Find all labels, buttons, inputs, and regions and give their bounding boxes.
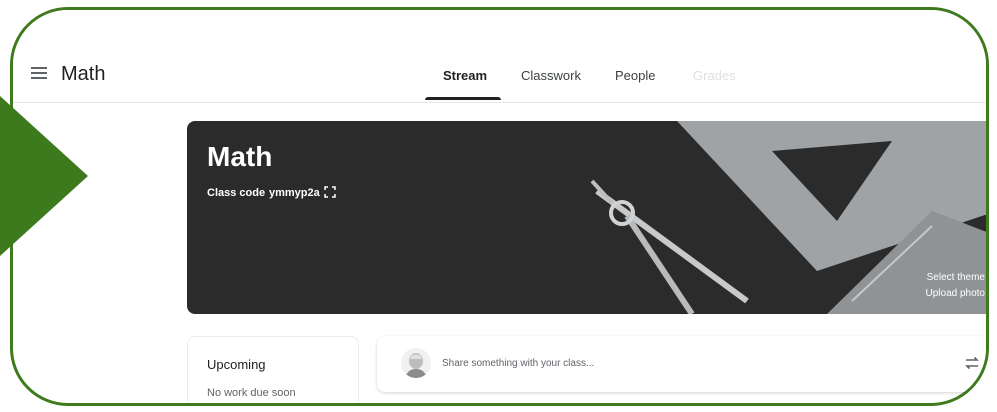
- class-code-value: ymmyp2a: [269, 187, 320, 199]
- share-with-class-box[interactable]: Share something with your class...: [377, 336, 986, 392]
- tab-grades[interactable]: Grades: [693, 68, 736, 83]
- select-theme-link[interactable]: Select theme: [927, 272, 985, 283]
- upcoming-empty-text: No work due soon: [207, 387, 296, 399]
- avatar: [401, 348, 431, 378]
- banner-illustration: [590, 121, 986, 314]
- hamburger-menu-icon[interactable]: [31, 67, 47, 79]
- pointer-arrow: [0, 96, 88, 256]
- active-tab-indicator: [425, 97, 501, 100]
- tab-classwork[interactable]: Classwork: [521, 68, 581, 83]
- class-title[interactable]: Math: [61, 63, 105, 86]
- tab-stream[interactable]: Stream: [443, 68, 487, 83]
- top-bar: Math Stream Classwork People Grades: [13, 10, 986, 103]
- upcoming-card: Upcoming No work due soon: [187, 336, 359, 403]
- upload-photo-link[interactable]: Upload photo: [926, 288, 986, 299]
- class-banner: Math Class code ymmyp2a Select theme Upl…: [187, 121, 986, 314]
- compass-leg-right: [624, 214, 695, 314]
- banner-title: Math: [207, 141, 273, 172]
- screenshot-frame: Math Stream Classwork People Grades Math…: [10, 7, 989, 406]
- tab-people[interactable]: People: [615, 68, 655, 83]
- share-placeholder: Share something with your class...: [442, 358, 595, 369]
- class-code-label: Class code: [207, 187, 266, 199]
- repost-icon[interactable]: [963, 354, 981, 372]
- upcoming-title: Upcoming: [207, 357, 266, 372]
- fullscreen-icon[interactable]: [324, 186, 336, 198]
